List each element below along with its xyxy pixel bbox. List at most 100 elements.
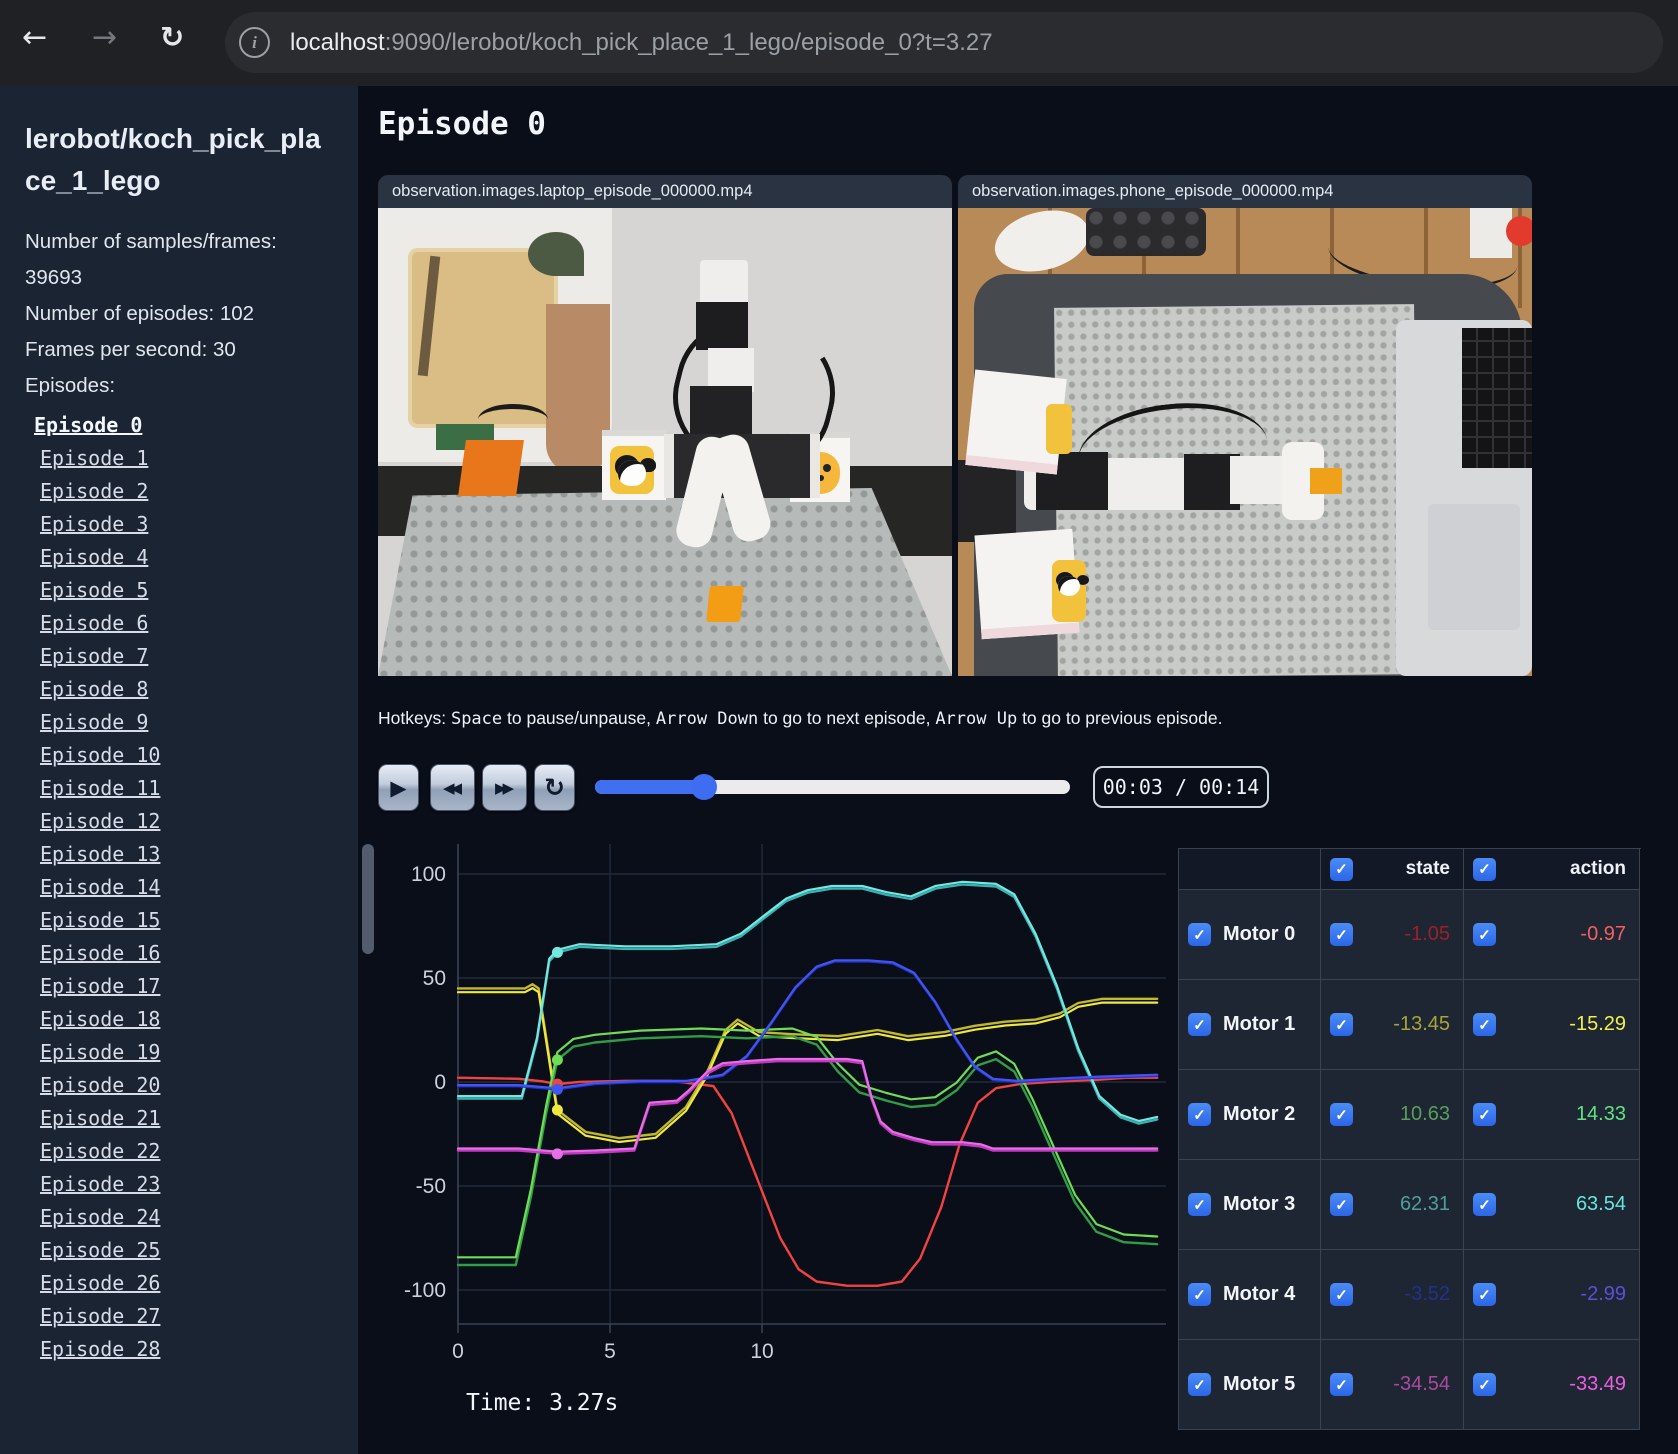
robot-camera-mount <box>700 260 748 308</box>
hotkey-text: to pause/unpause, <box>502 708 656 728</box>
video-panel-laptop: observation.images.laptop_episode_000000… <box>378 175 952 767</box>
checkbox[interactable]: ✓ <box>1473 1013 1496 1036</box>
sidebar-item-episode-19[interactable]: Episode 19 <box>0 1036 358 1069</box>
sidebar-item-episode-17[interactable]: Episode 17 <box>0 970 358 1003</box>
checkbox[interactable]: ✓ <box>1473 1103 1496 1126</box>
site-info-icon[interactable]: i <box>239 27 270 58</box>
checkbox[interactable]: ✓ <box>1330 1283 1353 1306</box>
video-frame-laptop <box>378 208 952 676</box>
motor-action-value: 63.54 <box>1575 1193 1626 1215</box>
video-title-laptop: observation.images.laptop_episode_000000… <box>378 175 952 208</box>
checkbox[interactable]: ✓ <box>1188 923 1211 946</box>
motor-action-value: -33.49 <box>1569 1373 1626 1395</box>
svg-text:100: 100 <box>411 863 446 886</box>
svg-text:-50: -50 <box>416 1175 446 1198</box>
sidebar-item-episode-20[interactable]: Episode 20 <box>0 1069 358 1102</box>
sidebar-item-episode-24[interactable]: Episode 24 <box>0 1201 358 1234</box>
svg-text:0: 0 <box>452 1340 464 1363</box>
episodes-count: Number of episodes: 102 <box>25 301 255 325</box>
sidebar-item-episode-14[interactable]: Episode 14 <box>0 871 358 904</box>
motor-name: Motor 1 <box>1223 1013 1296 1035</box>
sidebar-item-episode-1[interactable]: Episode 1 <box>0 442 358 475</box>
seek-slider-thumb[interactable] <box>691 774 718 800</box>
rewind-button[interactable]: ◀◀ <box>430 764 475 811</box>
sidebar-item-episode-16[interactable]: Episode 16 <box>0 937 358 970</box>
checkbox[interactable]: ✓ <box>1188 1193 1211 1216</box>
motor-chart: 100 50 0 -50 -100 0 5 10 Time: 3.27s <box>388 838 1178 1438</box>
laptop-trackpad <box>1428 504 1520 630</box>
motor-state-value: -34.54 <box>1393 1373 1450 1395</box>
sidebar-item-episode-25[interactable]: Episode 25 <box>0 1234 358 1267</box>
sidebar-item-episode-3[interactable]: Episode 3 <box>0 508 358 541</box>
sidebar-item-episode-26[interactable]: Episode 26 <box>0 1267 358 1300</box>
sidebar-item-episode-10[interactable]: Episode 10 <box>0 739 358 772</box>
motor-action-cell: ✓ 14.33 <box>1464 1070 1640 1160</box>
dataset-info: Number of samples/frames: 39693 Number o… <box>25 224 307 368</box>
checkbox[interactable]: ✓ <box>1188 1103 1211 1126</box>
motor-state-value: -1.05 <box>1404 923 1450 945</box>
sidebar-item-episode-23[interactable]: Episode 23 <box>0 1168 358 1201</box>
checkbox[interactable]: ✓ <box>1330 1013 1353 1036</box>
motor-name: Motor 5 <box>1223 1373 1296 1395</box>
motor-row-name: ✓ Motor 1 <box>1179 980 1321 1070</box>
video-panel-phone: observation.images.phone_episode_000000.… <box>958 175 1532 767</box>
motor-state-value: 62.31 <box>1399 1193 1450 1215</box>
svg-text:5: 5 <box>604 1340 616 1363</box>
sidebar-item-episode-11[interactable]: Episode 11 <box>0 772 358 805</box>
seek-slider[interactable] <box>595 774 1070 800</box>
sidebar-item-episode-9[interactable]: Episode 9 <box>0 706 358 739</box>
reload-icon[interactable]: ↻ <box>160 20 184 54</box>
sidebar-item-episode-18[interactable]: Episode 18 <box>0 1003 358 1036</box>
checkbox[interactable]: ✓ <box>1473 923 1496 946</box>
motor-action-cell: ✓ -15.29 <box>1464 980 1640 1070</box>
motor-action-cell: ✓ -0.97 <box>1464 890 1640 980</box>
motor-table: ✓ state ✓ action ✓ Motor 0 ✓ -1.05 ✓ -0.97 ✓ Motor … <box>1178 848 1641 1430</box>
motor-row-name: ✓ Motor 0 <box>1179 890 1321 980</box>
fast-forward-button[interactable]: ▶▶ <box>482 764 527 811</box>
checkbox[interactable]: ✓ <box>1330 1193 1353 1216</box>
motor-row-name: ✓ Motor 5 <box>1179 1340 1321 1430</box>
table-header-state-label: state <box>1405 858 1450 879</box>
sidebar-item-episode-6[interactable]: Episode 6 <box>0 607 358 640</box>
sidebar-item-episode-2[interactable]: Episode 2 <box>0 475 358 508</box>
checkbox[interactable]: ✓ <box>1473 1283 1496 1306</box>
sidebar-item-episode-28[interactable]: Episode 28 <box>0 1333 358 1366</box>
play-button[interactable]: ▶ <box>378 764 419 811</box>
motor-action-value: -0.97 <box>1580 923 1626 945</box>
scrollbar-thumb[interactable] <box>362 844 374 954</box>
svg-text:10: 10 <box>750 1340 773 1363</box>
cable <box>478 404 548 435</box>
sidebar-item-episode-7[interactable]: Episode 7 <box>0 640 358 673</box>
loop-button[interactable]: ↻ <box>534 764 575 811</box>
forward-icon[interactable]: → <box>92 20 117 55</box>
sidebar-item-episode-0[interactable]: Episode 0 <box>0 409 358 442</box>
checkbox[interactable]: ✓ <box>1330 1103 1353 1126</box>
sidebar-item-episode-15[interactable]: Episode 15 <box>0 904 358 937</box>
sidebar-item-episode-13[interactable]: Episode 13 <box>0 838 358 871</box>
checkbox[interactable]: ✓ <box>1473 857 1496 881</box>
checkbox[interactable]: ✓ <box>1330 857 1353 881</box>
motor-name: Motor 0 <box>1223 923 1296 945</box>
robot-servo <box>690 386 752 438</box>
orange-device <box>458 440 524 496</box>
checkbox[interactable]: ✓ <box>1188 1283 1211 1306</box>
sidebar-item-episode-8[interactable]: Episode 8 <box>0 673 358 706</box>
checkbox[interactable]: ✓ <box>1188 1373 1211 1396</box>
sidebar-item-episode-4[interactable]: Episode 4 <box>0 541 358 574</box>
table-header-action-label: action <box>1570 858 1626 879</box>
address-bar[interactable]: i localhost:9090/lerobot/koch_pick_place… <box>225 12 1663 73</box>
chart-time-label: Time: 3.27s <box>466 1390 619 1416</box>
checkbox[interactable]: ✓ <box>1330 1373 1353 1396</box>
back-icon[interactable]: ← <box>22 20 47 55</box>
checkbox[interactable]: ✓ <box>1473 1373 1496 1396</box>
sidebar-item-episode-22[interactable]: Episode 22 <box>0 1135 358 1168</box>
browser-toolbar: ← → ↻ i localhost:9090/lerobot/koch_pick… <box>0 0 1678 86</box>
checkbox[interactable]: ✓ <box>1188 1013 1211 1036</box>
sidebar-item-episode-5[interactable]: Episode 5 <box>0 574 358 607</box>
checkbox[interactable]: ✓ <box>1330 923 1353 946</box>
sidebar-item-episode-27[interactable]: Episode 27 <box>0 1300 358 1333</box>
checkbox[interactable]: ✓ <box>1473 1193 1496 1216</box>
playback-controls: ▶ ◀◀ ▶▶ ↻ 00:03 / 00:14 <box>378 764 1658 812</box>
sidebar-item-episode-12[interactable]: Episode 12 <box>0 805 358 838</box>
sidebar-item-episode-21[interactable]: Episode 21 <box>0 1102 358 1135</box>
